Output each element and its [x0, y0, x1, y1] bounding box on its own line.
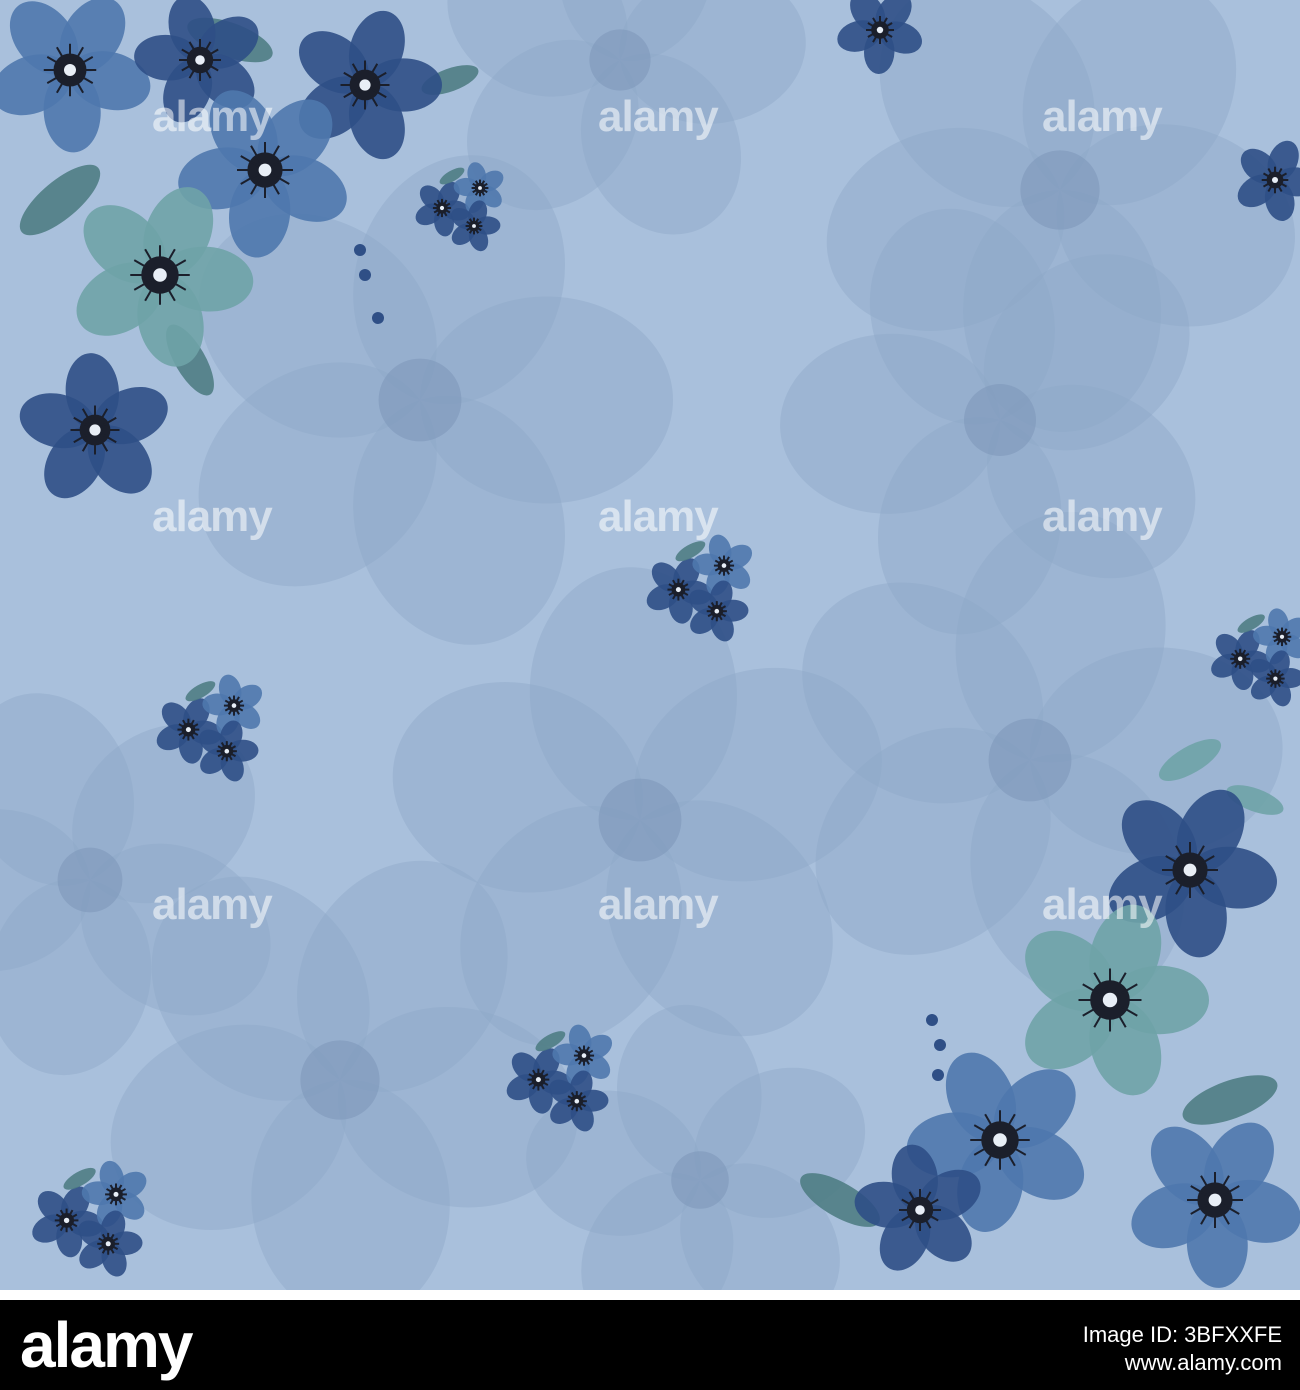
flower-center-highlight [915, 1205, 925, 1215]
flower-center-highlight [675, 587, 681, 593]
flower-center-highlight [721, 563, 727, 568]
ghost-center [300, 1040, 380, 1120]
flower-center-highlight [1279, 634, 1285, 639]
berry [926, 1014, 938, 1026]
flower-center-highlight [439, 205, 445, 211]
flower-center-highlight [714, 608, 720, 614]
flower-center-highlight [1237, 656, 1243, 662]
flower-center-highlight [535, 1077, 541, 1083]
ghost-center [57, 847, 123, 913]
flower-center-highlight [1102, 992, 1118, 1008]
flower-center-highlight [224, 748, 230, 754]
ghost-center [964, 384, 1036, 456]
stock-image-page: alamy alamy alamy alamy alamy alamy alam… [0, 0, 1300, 1390]
berry [359, 269, 371, 281]
ghost-center [1020, 150, 1100, 230]
flower [0, 0, 151, 153]
berry [932, 1069, 944, 1081]
flower-center-highlight [359, 79, 371, 91]
ghost-center [671, 1151, 729, 1209]
berry [354, 244, 366, 256]
flower-center-highlight [1183, 863, 1197, 877]
flower-center-highlight [185, 727, 191, 733]
ghost-center [598, 778, 682, 862]
flower-center-highlight [113, 1191, 119, 1197]
site-url: www.alamy.com [1124, 1350, 1282, 1375]
flower-center-highlight [195, 55, 205, 65]
ghost-center [378, 358, 462, 442]
flower-center-highlight [993, 1133, 1007, 1147]
flower-center-highlight [63, 1217, 70, 1224]
image-id-label: Image ID: 3BFXXFE [1082, 1322, 1282, 1347]
flower-center-highlight [258, 163, 272, 177]
flower-center-highlight [876, 26, 884, 34]
floral-watercolor-artwork: alamy alamy alamy alamy alamy alamy alam… [0, 0, 1300, 1300]
flower-center-highlight [105, 1241, 111, 1247]
footer-bar: alamy Image ID: 3BFXXFE www.alamy.com [0, 1300, 1300, 1390]
flower-center-highlight [581, 1053, 587, 1058]
flower-center-highlight [64, 64, 76, 76]
flower-center-highlight [1208, 1193, 1222, 1207]
flower-center-highlight [89, 424, 101, 436]
flower [19, 353, 168, 499]
berry [372, 312, 384, 324]
flower-center-highlight [574, 1098, 580, 1104]
ghost-center [589, 29, 651, 91]
flower-center-highlight [1271, 176, 1279, 184]
leaf [1182, 1075, 1278, 1125]
flower [1131, 1122, 1300, 1288]
image-border [0, 1290, 1300, 1300]
flower-center-highlight [231, 703, 237, 708]
floral-illustration [0, 0, 1300, 1300]
berry [934, 1039, 946, 1051]
flower-center-highlight [478, 186, 482, 190]
footer-logo: alamy [20, 1309, 193, 1381]
flower-center-highlight [472, 224, 476, 228]
flower-center-highlight [153, 268, 167, 282]
ghost-center [988, 718, 1072, 802]
flower-center-highlight [1273, 676, 1278, 681]
